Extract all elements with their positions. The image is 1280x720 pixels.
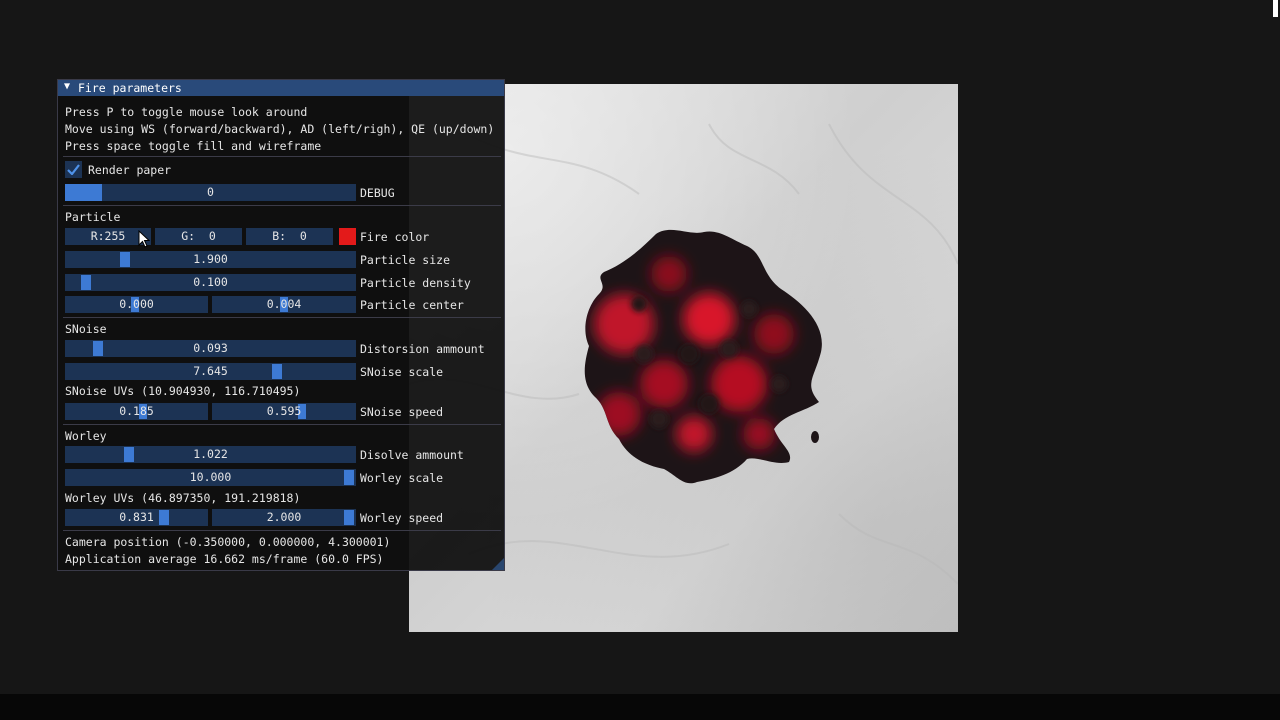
distortion-amount-slider[interactable]: 0.093 (65, 340, 356, 357)
separator (63, 156, 501, 157)
fire-parameters-window[interactable]: ▼ Fire parameters Press P to toggle mous… (57, 79, 505, 571)
snoise-speed-y-slider[interactable]: 0.595 (212, 403, 356, 420)
fire-color-label: Fire color (360, 230, 430, 244)
worley-scale-label: Worley scale (360, 471, 444, 485)
corner-marker (1273, 0, 1278, 17)
snoise-speed-label: SNoise speed (360, 405, 444, 419)
fps-readout: Application average 16.662 ms/frame (60.… (65, 552, 384, 566)
particle-size-value: 1.900 (193, 252, 228, 266)
snoise-header: SNoise (65, 322, 107, 336)
worley-speed-y-slider[interactable]: 2.000 (212, 509, 356, 526)
window-title-bar[interactable]: ▼ Fire parameters (58, 80, 504, 96)
render-paper-label: Render paper (88, 163, 172, 177)
debug-progress-bar[interactable]: 0 (65, 184, 356, 201)
particle-center-y-slider[interactable]: 0.004 (212, 296, 356, 313)
snoise-scale-value: 7.645 (193, 364, 228, 378)
resize-grip-icon[interactable] (492, 558, 504, 570)
distortion-amount-label: Distorsion ammount (360, 342, 485, 356)
fire-color-b-value: B: 0 (272, 229, 307, 243)
worley-scale-slider[interactable]: 10.000 (65, 469, 356, 486)
help-line-space: Press space toggle fill and wireframe (65, 139, 322, 153)
fire-color-g-field[interactable]: G: 0 (155, 228, 242, 245)
render-paper-checkbox[interactable] (65, 161, 82, 178)
checkmark-icon (67, 164, 80, 175)
worley-speed-x-slider[interactable]: 0.831 (65, 509, 208, 526)
dissolve-amount-value: 1.022 (193, 447, 228, 461)
fire-color-b-field[interactable]: B: 0 (246, 228, 333, 245)
particle-size-label: Particle size (360, 253, 451, 267)
snoise-scale-slider[interactable]: 7.645 (65, 363, 356, 380)
snoise-speed-x-slider[interactable]: 0.185 (65, 403, 208, 420)
fire-color-swatch[interactable] (339, 228, 356, 245)
particle-density-label: Particle density (360, 276, 471, 290)
separator (63, 317, 501, 318)
worley-scale-value: 10.000 (189, 470, 232, 484)
dissolve-amount-slider[interactable]: 1.022 (65, 446, 356, 463)
letterbox-bar (0, 694, 1280, 720)
distortion-amount-value: 0.093 (193, 341, 228, 355)
camera-position-readout: Camera position (-0.350000, 0.000000, 4.… (65, 535, 391, 549)
triangle-down-icon[interactable]: ▼ (64, 81, 70, 92)
snoise-speed-x-value: 0.185 (119, 404, 154, 418)
particle-header: Particle (65, 210, 121, 224)
snoise-scale-label: SNoise scale (360, 365, 444, 379)
window-title: Fire parameters (78, 81, 182, 95)
worley-speed-x-value: 0.831 (119, 510, 154, 524)
particle-center-y-value: 0.004 (266, 297, 302, 311)
help-line-mouse: Press P to toggle mouse look around (65, 105, 308, 119)
dissolve-amount-label: Disolve ammount (360, 448, 464, 462)
worley-uvs-readout: Worley UVs (46.897350, 191.219818) (65, 491, 301, 505)
separator (63, 424, 501, 425)
particle-center-x-slider[interactable]: 0.000 (65, 296, 208, 313)
particle-density-value: 0.100 (193, 275, 228, 289)
debug-value: 0 (207, 185, 214, 199)
worley-speed-y-value: 2.000 (266, 510, 302, 524)
particle-density-slider[interactable]: 0.100 (65, 274, 356, 291)
worley-speed-label: Worley speed (360, 511, 444, 525)
particle-center-label: Particle center (360, 298, 464, 312)
help-line-move: Move using WS (forward/backward), AD (le… (65, 122, 495, 136)
mouse-pointer-icon (138, 230, 150, 248)
fire-color-g-value: G: 0 (181, 229, 216, 243)
application-screen: ▼ Fire parameters Press P to toggle mous… (0, 0, 1280, 720)
particle-center-x-value: 0.000 (119, 297, 154, 311)
worley-header: Worley (65, 429, 107, 443)
debug-label: DEBUG (360, 186, 395, 200)
separator (63, 530, 501, 531)
separator (63, 205, 501, 206)
snoise-uvs-readout: SNoise UVs (10.904930, 116.710495) (65, 384, 301, 398)
snoise-speed-y-value: 0.595 (266, 404, 302, 418)
particle-size-slider[interactable]: 1.900 (65, 251, 356, 268)
